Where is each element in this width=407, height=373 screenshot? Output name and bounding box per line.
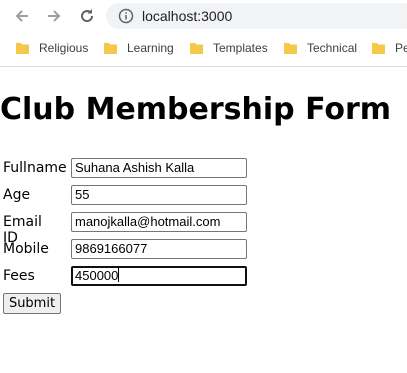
bookmark-technical[interactable]: Technical — [284, 39, 357, 57]
email-input[interactable]: manojkalla@hotmail.com — [71, 212, 247, 232]
bookmark-label: Learning — [127, 41, 174, 55]
fees-input[interactable]: 450000 — [71, 266, 247, 286]
folder-icon — [16, 43, 29, 54]
bookmark-pe[interactable]: Pe — [372, 39, 407, 57]
text-caret — [118, 268, 120, 282]
folder-icon — [284, 43, 297, 54]
fullname-label: Fullname — [3, 160, 67, 176]
reload-button[interactable] — [76, 5, 98, 27]
fees-value: 450000 — [75, 268, 119, 283]
mobile-label: Mobile — [3, 241, 49, 257]
bookmark-learning[interactable]: Learning — [104, 39, 174, 57]
forward-button[interactable] — [43, 5, 65, 27]
back-button[interactable] — [11, 5, 33, 27]
url-text[interactable]: localhost:3000 — [142, 8, 232, 24]
age-label: Age — [3, 187, 31, 203]
bookmark-label: Religious — [39, 41, 89, 55]
fullname-input[interactable]: Suhana Ashish Kalla — [71, 158, 247, 178]
folder-icon — [190, 43, 203, 54]
age-input[interactable]: 55 — [71, 185, 247, 205]
address-bar[interactable]: localhost:3000 — [106, 3, 407, 29]
bookmark-religious[interactable]: Religious — [16, 39, 88, 57]
folder-icon — [372, 43, 385, 54]
mobile-input[interactable]: 9869166077 — [71, 239, 247, 259]
info-icon[interactable] — [118, 8, 134, 24]
folder-icon — [104, 43, 117, 54]
bookmarks-bar: Religious Learning Templates Technical P… — [0, 36, 407, 60]
browser-toolbar: localhost:3000 Religious Learning Templa… — [0, 0, 407, 67]
bookmark-label: Templates — [213, 41, 268, 55]
page-title: Club Membership Form — [0, 92, 392, 127]
bookmark-label: Technical — [307, 41, 358, 55]
arrow-left-icon — [15, 10, 28, 22]
fees-label: Fees — [3, 268, 35, 284]
submit-button[interactable]: Submit — [3, 293, 61, 314]
bookmark-templates[interactable]: Templates — [190, 39, 268, 57]
reload-icon — [81, 9, 94, 23]
arrow-right-icon — [48, 10, 61, 22]
bookmark-label: Pe — [395, 41, 407, 55]
